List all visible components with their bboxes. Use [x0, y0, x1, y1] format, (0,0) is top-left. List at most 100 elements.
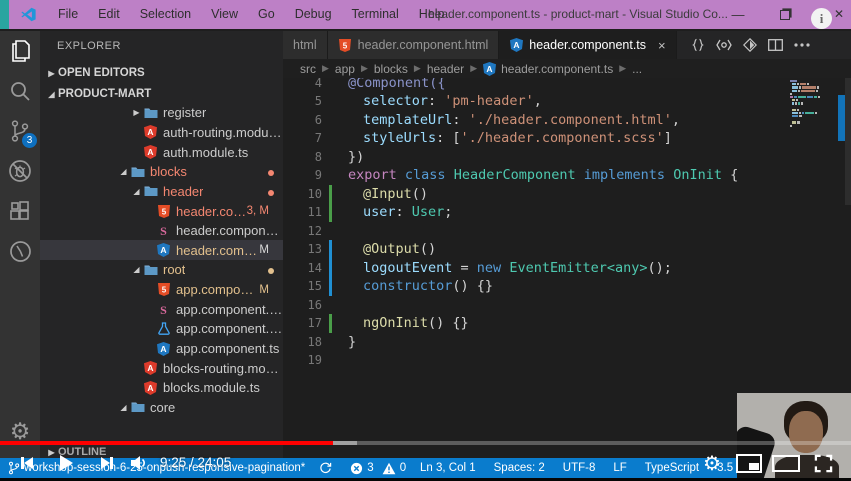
- breadcrumb-header[interactable]: header: [427, 62, 464, 76]
- tab-header-component-ts[interactable]: Aheader.component.ts×: [499, 31, 676, 59]
- line-number: 19: [283, 353, 322, 367]
- code-text: ngOnInit() {}: [332, 315, 469, 331]
- menu-go[interactable]: Go: [248, 0, 285, 29]
- code-line-18: 18}: [283, 333, 851, 352]
- breadcrumb-src[interactable]: src: [300, 62, 316, 76]
- tree-item-label: header.component.ts: [176, 243, 259, 258]
- minimap-change-decoration: [838, 95, 845, 141]
- tree-item-core[interactable]: ◢core: [40, 398, 283, 418]
- tree-item-blocks-module-ts[interactable]: Ablocks.module.ts: [40, 378, 283, 398]
- change-dot-icon: [268, 170, 274, 176]
- extensions-icon[interactable]: [0, 191, 40, 231]
- restore-button[interactable]: [770, 0, 800, 29]
- scss-icon: S: [156, 224, 171, 238]
- tree-item-root[interactable]: ◢root: [40, 260, 283, 280]
- dial-icon[interactable]: [0, 231, 40, 271]
- miniplayer-button[interactable]: [734, 448, 764, 478]
- svg-text:A: A: [160, 245, 166, 255]
- minimap[interactable]: [790, 80, 838, 131]
- previous-button[interactable]: [14, 448, 40, 478]
- tree-item-blocks-routing-module-ts[interactable]: Ablocks-routing.module.ts: [40, 358, 283, 378]
- project-root-section[interactable]: ◢ PRODUCT-MART: [40, 84, 283, 104]
- tree-item-header[interactable]: ◢header: [40, 182, 283, 202]
- breadcrumb-file[interactable]: header.component.ts: [501, 62, 613, 76]
- close-tab-icon[interactable]: ×: [658, 38, 666, 53]
- tree-item-auth-module-ts[interactable]: Aauth.module.ts: [40, 142, 283, 162]
- settings-button[interactable]: ⚙: [698, 448, 726, 478]
- source-control-icon[interactable]: 3: [0, 111, 40, 151]
- debug-icon[interactable]: [0, 151, 40, 191]
- line-number: 12: [283, 224, 322, 238]
- tab-header-component-html[interactable]: 5header.component.html: [328, 31, 500, 59]
- code-editor[interactable]: 4@Component({5selector: 'pm-header',6tem…: [283, 74, 851, 370]
- split-editor-icon[interactable]: [763, 31, 789, 59]
- file-tree: ▶registerAauth-routing.module.tsAauth.mo…: [40, 103, 283, 417]
- play-button[interactable]: [52, 448, 80, 478]
- editor-scrollbar[interactable]: [845, 75, 851, 205]
- tree-item-header-component-ts[interactable]: Aheader.component.tsM: [40, 240, 283, 260]
- change-dot-icon: [268, 190, 274, 196]
- open-changes-icon[interactable]: [685, 31, 711, 59]
- breadcrumb-app[interactable]: app: [335, 62, 355, 76]
- editor-actions: [685, 31, 815, 59]
- volume-button[interactable]: [124, 448, 154, 478]
- menu-file[interactable]: File: [48, 0, 88, 29]
- tree-item-label: auth-routing.module.ts: [163, 125, 283, 140]
- progress-played: [0, 441, 333, 445]
- chevron-separator-icon: ▶: [361, 63, 368, 74]
- code-text: styleUrls: ['./header.component.scss']: [332, 130, 672, 146]
- tree-item-blocks[interactable]: ◢blocks: [40, 162, 283, 182]
- video-frame-vscode: FileEditSelectionViewGoDebugTerminalHelp…: [0, 0, 851, 481]
- tree-item-header-componen[interactable]: 5header.componen...3, M: [40, 201, 283, 221]
- tab-html[interactable]: html: [283, 31, 328, 59]
- menu-view[interactable]: View: [201, 0, 248, 29]
- code-text: @Input(): [332, 186, 428, 202]
- tree-item-app-component-scss[interactable]: Sapp.component.scss: [40, 299, 283, 319]
- tree-item-header-component-scss[interactable]: Sheader.component.scss: [40, 221, 283, 241]
- video-progress-bar[interactable]: [0, 441, 851, 445]
- menu-terminal[interactable]: Terminal: [342, 0, 409, 29]
- theater-button[interactable]: [770, 448, 802, 478]
- time-display: 9:25 / 24:05: [160, 448, 231, 478]
- more-actions-icon[interactable]: [789, 31, 815, 59]
- code-line-11: 11 user: User;: [283, 203, 851, 222]
- format-icon[interactable]: [737, 31, 763, 59]
- fullscreen-button[interactable]: [808, 448, 838, 478]
- menu-edit[interactable]: Edit: [88, 0, 130, 29]
- menu-debug[interactable]: Debug: [285, 0, 342, 29]
- source-control-badge: 3: [22, 133, 37, 148]
- menu-selection[interactable]: Selection: [130, 0, 201, 29]
- code-text: user: User;: [332, 204, 452, 220]
- tree-item-label: app.component.spec.ts: [176, 321, 283, 336]
- line-number: 11: [283, 205, 322, 219]
- code-line-14: 14logoutEvent = new EventEmitter<any>();: [283, 259, 851, 278]
- code-text: constructor() {}: [332, 278, 493, 294]
- open-editors-section[interactable]: ▶ OPEN EDITORS: [40, 63, 283, 83]
- next-button[interactable]: [94, 448, 120, 478]
- preview-icon[interactable]: [711, 31, 737, 59]
- gutter-spacer: [329, 351, 332, 370]
- tree-item-register[interactable]: ▶register: [40, 103, 283, 123]
- search-icon[interactable]: [0, 71, 40, 111]
- code-line-6: 6templateUrl: './header.component.html',: [283, 111, 851, 130]
- line-number: 7: [283, 131, 322, 145]
- tree-item-app-component-ts[interactable]: Aapp.component.ts: [40, 339, 283, 359]
- minimize-button[interactable]: —: [723, 0, 753, 29]
- tree-item-auth-routing-module-ts[interactable]: Aauth-routing.module.ts: [40, 123, 283, 143]
- video-info-button[interactable]: i: [811, 8, 832, 29]
- breadcrumb-blocks[interactable]: blocks: [374, 62, 408, 76]
- tree-item-app-component-html[interactable]: 5app.component.htmlM: [40, 280, 283, 300]
- tab-bar: html5header.component.htmlAheader.compon…: [283, 31, 851, 59]
- explorer-icon[interactable]: [0, 31, 40, 71]
- titlebar: FileEditSelectionViewGoDebugTerminalHelp…: [0, 0, 851, 29]
- play-icon: [60, 455, 73, 471]
- ng-blue-icon: A: [156, 342, 171, 356]
- ng-red-icon: A: [143, 381, 158, 395]
- line-number: 6: [283, 113, 322, 127]
- chevron-separator-icon: ▶: [470, 63, 477, 74]
- line-number: 8: [283, 150, 322, 164]
- tree-item-app-component-spec-ts[interactable]: app.component.spec.ts: [40, 319, 283, 339]
- breadcrumb-overflow[interactable]: ...: [632, 62, 642, 76]
- breadcrumb[interactable]: src▶app▶blocks▶header▶Aheader.component.…: [283, 59, 851, 78]
- tree-item-label: app.component.ts: [176, 341, 279, 356]
